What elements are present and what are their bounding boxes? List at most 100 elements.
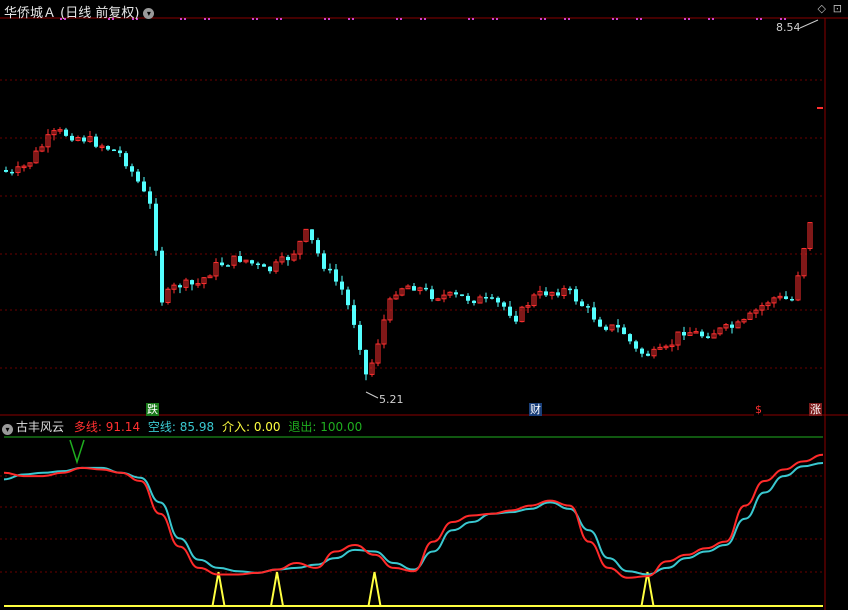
marker-zhang[interactable]: 涨 xyxy=(809,403,822,416)
signal-dot xyxy=(204,18,206,20)
high-pointer xyxy=(799,19,819,29)
signal-dot xyxy=(400,18,402,20)
indicator-menu-icon[interactable]: ▾ xyxy=(2,424,13,435)
signal-dot xyxy=(180,18,182,20)
stock-title: 华侨城Ａ (日线 前复权) xyxy=(4,6,140,21)
indicator-header: ▾ 古丰风云 多线: 91.14 空线: 85.98 介入: 0.00 退出: 1… xyxy=(2,418,362,435)
signal-dot xyxy=(276,18,278,20)
signal-dot xyxy=(688,18,690,20)
candle-body xyxy=(322,253,326,269)
signal-dot xyxy=(492,18,494,20)
signal-dot xyxy=(564,18,566,20)
candle-body xyxy=(4,170,8,172)
high-price-label: 8.54 xyxy=(776,21,801,34)
candle-body xyxy=(112,149,116,152)
candle-body xyxy=(580,301,584,307)
candle-body xyxy=(142,181,146,192)
signal-dot xyxy=(544,18,546,20)
candle-body xyxy=(604,326,608,330)
candle-body xyxy=(700,331,704,337)
candle-body xyxy=(310,229,314,241)
candle-body xyxy=(106,146,110,150)
expand-icon[interactable]: ⊡ xyxy=(833,2,842,15)
marker-die[interactable]: 跌 xyxy=(146,403,159,416)
candle-body xyxy=(586,306,590,308)
entry-spike xyxy=(367,571,382,607)
candle-body xyxy=(640,348,644,354)
exit-value: 100.00 xyxy=(320,420,363,434)
candle-body xyxy=(124,153,128,167)
candle-body xyxy=(424,287,428,290)
candle-body xyxy=(190,280,194,285)
low-pointer xyxy=(365,391,379,399)
short-label: 空线: xyxy=(147,420,176,434)
entry-spike xyxy=(211,571,226,607)
entry-value: 0.00 xyxy=(253,420,281,434)
candle-body xyxy=(220,262,224,266)
candle-body xyxy=(136,171,140,182)
candle-body xyxy=(484,296,488,299)
candle-body xyxy=(646,353,650,356)
signal-dot xyxy=(472,18,474,20)
candle-body xyxy=(466,295,470,301)
candle-body xyxy=(502,302,506,307)
candle-body xyxy=(94,136,98,147)
exit-signal xyxy=(69,439,85,465)
candle-body xyxy=(118,150,122,154)
candle-body xyxy=(682,332,686,336)
diamond-icon[interactable]: ◇ xyxy=(818,2,826,15)
candle-body xyxy=(472,300,476,304)
signal-dot xyxy=(324,18,326,20)
signal-dot xyxy=(612,18,614,20)
candle-body xyxy=(64,129,68,136)
candle-body xyxy=(784,296,788,300)
candle-body xyxy=(556,292,560,296)
signal-dot xyxy=(280,18,282,20)
short-line xyxy=(3,461,824,576)
candle-body xyxy=(634,341,638,349)
candle-body xyxy=(238,256,242,262)
multi-label: 多线: xyxy=(73,420,102,434)
signal-dot xyxy=(760,18,762,20)
candle-body xyxy=(616,324,620,328)
candle-body xyxy=(148,191,152,204)
multi-line xyxy=(3,453,824,579)
signal-dot xyxy=(756,18,758,20)
candle-body xyxy=(454,292,458,295)
signal-dot xyxy=(496,18,498,20)
indicator-name: 古丰风云 xyxy=(16,420,65,434)
dropdown-icon[interactable]: ▾ xyxy=(143,8,155,19)
signal-dot xyxy=(208,18,210,20)
candle-body xyxy=(358,324,362,350)
candle-body xyxy=(262,264,266,267)
marker-dollar[interactable]: $ xyxy=(754,403,763,416)
candle-body xyxy=(160,250,164,303)
signal-dot xyxy=(348,18,350,20)
candle-body xyxy=(790,299,794,301)
candle-body xyxy=(226,265,230,267)
candle-body xyxy=(496,297,500,303)
candle-body xyxy=(178,285,182,288)
signal-dot xyxy=(424,18,426,20)
candle-body xyxy=(622,327,626,335)
candle-body xyxy=(430,289,434,300)
exit-label: 退出: xyxy=(288,420,317,434)
signal-dot xyxy=(256,18,258,20)
marker-cai[interactable]: 财 xyxy=(529,403,542,416)
candle-body xyxy=(352,305,356,325)
entry-label: 介入: xyxy=(221,420,251,434)
candle-body xyxy=(364,349,368,375)
candle-body xyxy=(730,324,734,328)
candle-body xyxy=(328,268,332,271)
signal-dot xyxy=(568,18,570,20)
price-chart[interactable]: 5.21 8.54 xyxy=(0,0,848,610)
signal-dot xyxy=(540,18,542,20)
low-price-label: 5.21 xyxy=(379,393,404,406)
signal-dot xyxy=(352,18,354,20)
entry-spike xyxy=(270,571,284,607)
candle-body xyxy=(316,240,320,254)
signal-dot xyxy=(640,18,642,20)
candle-body xyxy=(568,288,572,291)
candle-body xyxy=(256,263,260,265)
short-value: 85.98 xyxy=(179,420,215,434)
